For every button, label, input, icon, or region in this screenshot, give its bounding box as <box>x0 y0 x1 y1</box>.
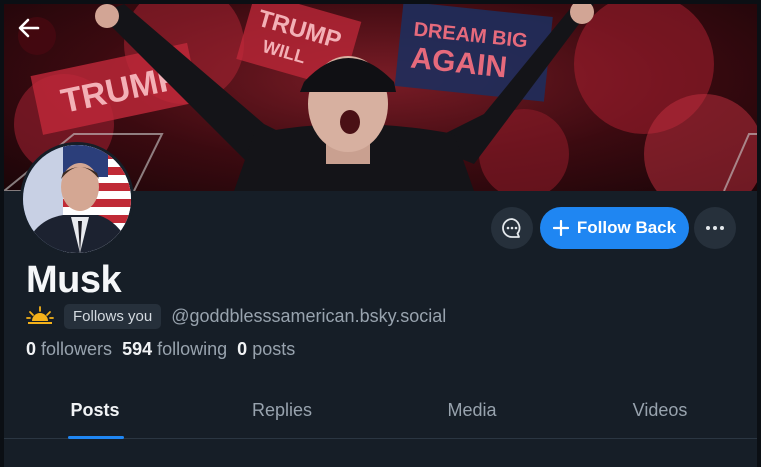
sunrise-icon <box>26 306 54 324</box>
tab-posts[interactable]: Posts <box>52 387 138 439</box>
tab-videos[interactable]: Videos <box>614 387 706 439</box>
posts-label: posts <box>252 339 296 359</box>
tab-media-label: Media <box>447 400 497 420</box>
profile-meta-row: Follows you @goddblesssamerican.bsky.soc… <box>26 303 446 329</box>
followers-stat[interactable]: 0 followers <box>26 339 112 360</box>
message-button[interactable] <box>491 207 533 249</box>
tab-videos-label: Videos <box>632 400 688 420</box>
more-options-button[interactable] <box>694 207 736 249</box>
follow-back-label: Follow Back <box>576 218 677 237</box>
posts-count: 0 <box>237 339 248 359</box>
following-stat[interactable]: 594 following <box>122 339 227 360</box>
ellipsis-icon <box>706 226 724 230</box>
tab-replies[interactable]: Replies <box>235 387 329 439</box>
following-count: 594 <box>122 339 153 359</box>
tab-posts-label: Posts <box>70 400 120 420</box>
posts-stat: 0 posts <box>237 339 295 360</box>
arrow-left-icon <box>18 18 40 38</box>
followers-label: followers <box>41 339 113 359</box>
profile-page: TRUMP TRUMP WILL DREAM BIG AGAIN Follow … <box>4 4 757 467</box>
back-button[interactable] <box>18 17 56 55</box>
display-name: Musk <box>26 259 122 301</box>
avatar[interactable] <box>20 142 134 256</box>
follow-back-button[interactable]: Follow Back <box>540 207 689 249</box>
avatar-image <box>23 145 131 253</box>
profile-tabs: Posts Replies Media Videos <box>4 387 757 439</box>
profile-stats: 0 followers 594 following 0 posts <box>26 339 295 360</box>
tab-media[interactable]: Media <box>429 387 515 439</box>
chat-bubble-icon <box>502 218 521 238</box>
followers-count: 0 <box>26 339 37 359</box>
following-label: following <box>157 339 228 359</box>
plus-icon <box>552 220 569 236</box>
tab-replies-label: Replies <box>251 400 313 420</box>
handle[interactable]: @goddblesssamerican.bsky.social <box>171 306 446 327</box>
follows-you-badge: Follows you <box>64 303 162 329</box>
active-tab-indicator <box>68 436 124 439</box>
